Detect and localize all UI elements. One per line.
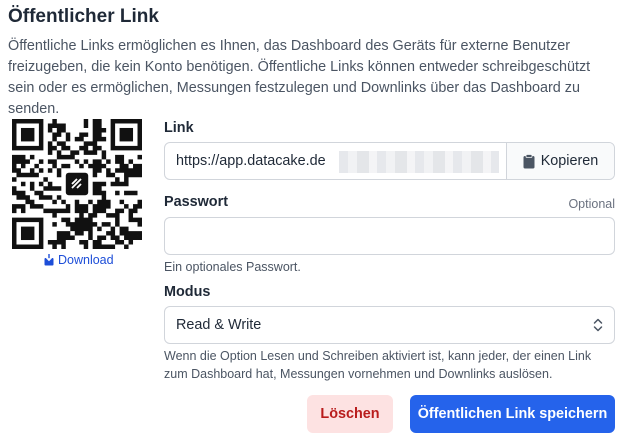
password-label: Passwort [164,194,228,210]
password-input[interactable] [164,217,615,255]
copy-button[interactable]: Kopieren [506,143,614,179]
link-value: https://app.datacake.de [176,153,326,169]
description-text: Öffentliche Links ermöglichen es Ihnen, … [8,38,591,117]
save-public-link-button[interactable]: Öffentlichen Link speichern [410,395,615,433]
optional-hint: Optional [568,197,615,211]
copy-label: Kopieren [540,153,599,169]
download-icon [44,254,54,266]
chevron-up-down-icon [593,318,603,332]
download-label: Download [58,253,114,267]
password-help-text: Ein optionales Passwort. [164,260,301,274]
download-qr-link[interactable]: Download [44,253,114,267]
mode-select[interactable]: Read & Write [164,306,615,344]
clipboard-icon [523,153,535,168]
delete-button[interactable]: Löschen [307,395,393,433]
link-input-group: https://app.datacake.de Kopieren [164,142,615,180]
mode-label: Modus [164,284,211,300]
qr-code-image [12,119,142,249]
link-label: Link [164,120,194,136]
qr-code [12,119,142,249]
page-title: Öffentlicher Link [8,6,159,27]
mode-selected-value: Read & Write [176,317,262,333]
link-field[interactable]: https://app.datacake.de [165,143,506,179]
mode-help-text: Wenn die Option Lesen und Schreiben akti… [164,349,592,381]
redacted-link-part [339,151,499,173]
